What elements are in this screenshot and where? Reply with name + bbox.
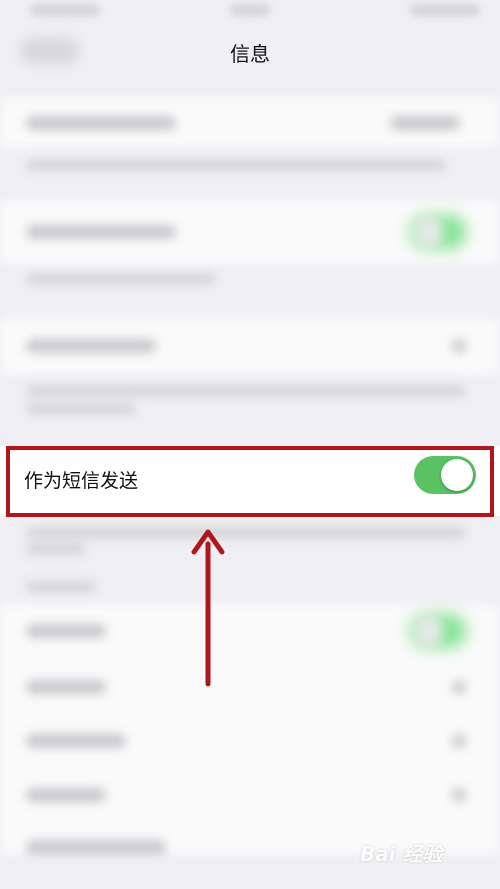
annotation-arrow bbox=[191, 529, 225, 687]
toggle-knob bbox=[441, 459, 473, 491]
baidu-paw-icon: Bai 经验 bbox=[360, 842, 443, 866]
send-as-sms-label: 作为短信发送 bbox=[24, 470, 139, 492]
status-bar bbox=[0, 0, 500, 24]
list-item[interactable] bbox=[0, 318, 500, 374]
list-group bbox=[0, 604, 500, 854]
list-item[interactable] bbox=[0, 98, 500, 148]
page-title: 信息 bbox=[230, 42, 270, 66]
list-item[interactable] bbox=[0, 200, 500, 264]
send-as-sms-toggle[interactable] bbox=[414, 456, 476, 494]
watermark: Bai 经验 bbox=[360, 838, 443, 867]
nav-bar: 信息 bbox=[0, 24, 500, 84]
